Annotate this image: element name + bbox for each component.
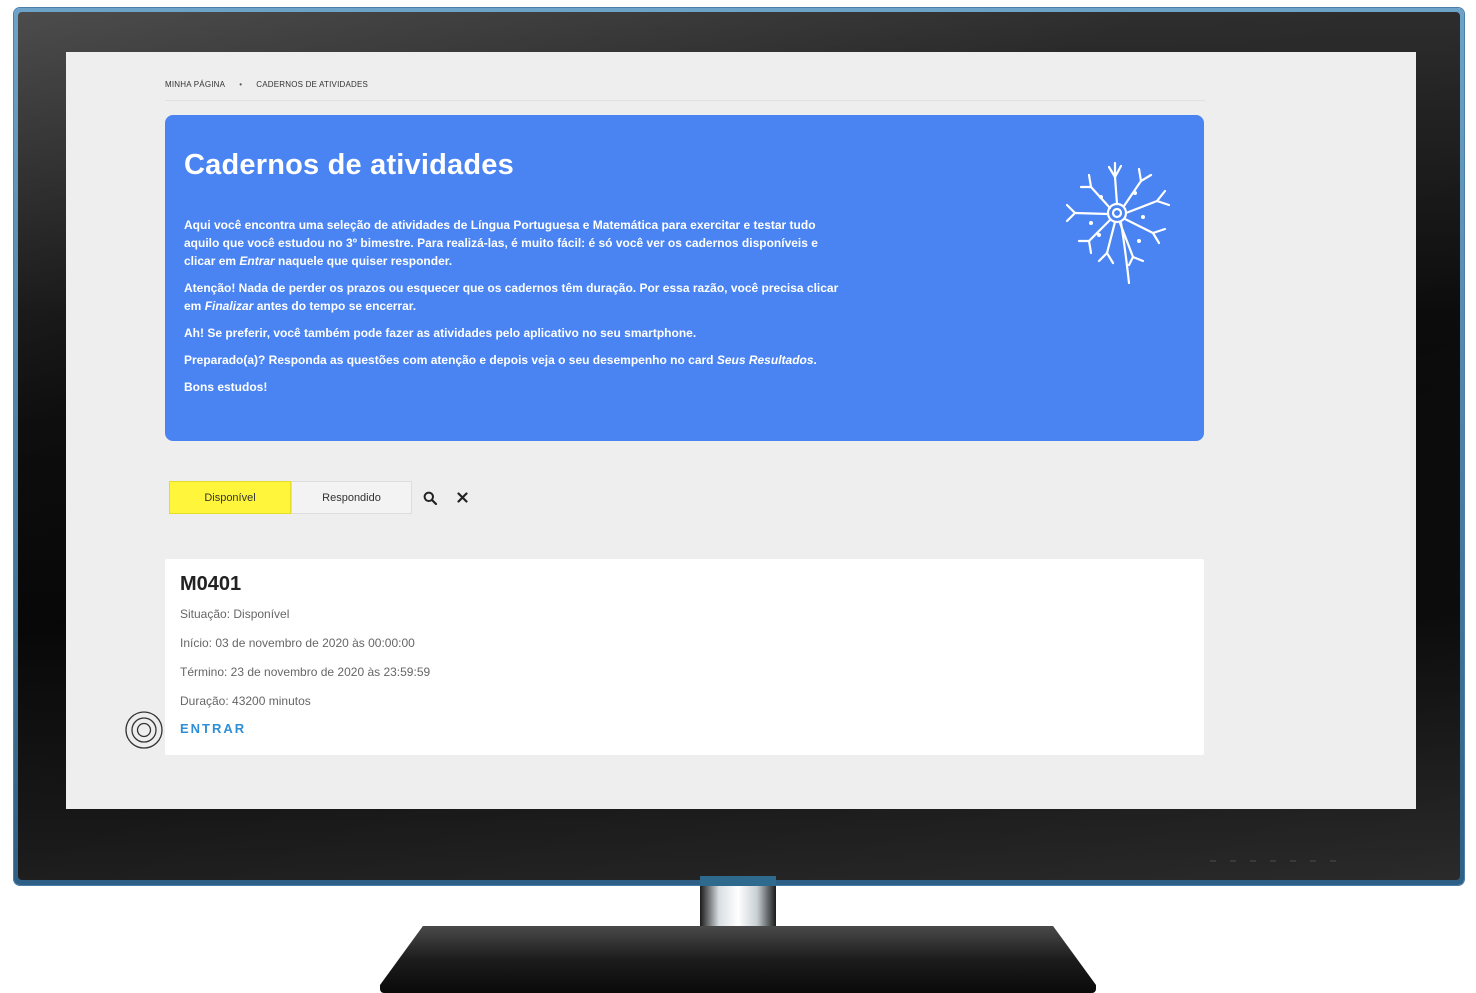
monitor-indicator-lights bbox=[1210, 860, 1370, 864]
search-icon bbox=[423, 491, 437, 505]
intro-paragraph: Atenção! Nada de perder os prazos ou esq… bbox=[184, 281, 839, 313]
tap-target-icon bbox=[125, 711, 163, 749]
activity-card: M0401 Situação: Disponível Início: 03 de… bbox=[165, 559, 1204, 755]
monitor-neck-collar bbox=[700, 876, 776, 886]
intro-paragraph: Ah! Se preferir, você também pode fazer … bbox=[184, 326, 697, 340]
close-icon bbox=[456, 492, 468, 503]
breadcrumb-home-link[interactable]: MINHA PÁGINA bbox=[165, 80, 225, 89]
activity-duration: Duração: 43200 minutos bbox=[180, 694, 311, 708]
activity-end: Término: 23 de novembro de 2020 às 23:59… bbox=[180, 665, 431, 679]
page-title: Cadernos de atividades bbox=[184, 149, 514, 181]
breadcrumb: MINHA PÁGINA • CADERNOS DE ATIVIDADES bbox=[165, 80, 1205, 101]
breadcrumb-current: CADERNOS DE ATIVIDADES bbox=[256, 80, 369, 89]
intro-text: Aqui você encontra uma seleção de ativid… bbox=[184, 216, 844, 405]
intro-paragraph: Preparado(a)? Responda as questões com a… bbox=[184, 353, 817, 367]
search-button[interactable] bbox=[416, 481, 444, 514]
tab-available[interactable]: Disponível bbox=[169, 481, 291, 514]
activity-title: M0401 bbox=[180, 573, 242, 595]
intro-paragraph: Bons estudos! bbox=[184, 380, 268, 394]
monitor-stand bbox=[380, 926, 1096, 993]
activity-status: Situação: Disponível bbox=[180, 607, 290, 621]
intro-paragraph: Aqui você encontra uma seleção de ativid… bbox=[184, 218, 818, 268]
tab-answered[interactable]: Respondido bbox=[291, 481, 412, 514]
clear-filter-button[interactable] bbox=[448, 481, 476, 514]
breadcrumb-separator: • bbox=[239, 80, 243, 89]
screen: MINHA PÁGINA • CADERNOS DE ATIVIDADES Cade… bbox=[66, 52, 1416, 809]
filter-tabs: Disponível Respondido bbox=[169, 481, 476, 514]
enter-button[interactable]: ENTRAR bbox=[180, 721, 246, 736]
intro-banner: Cadernos de atividades Aqui você encontr… bbox=[165, 115, 1204, 441]
dandelion-icon bbox=[1065, 161, 1171, 285]
activity-start: Início: 03 de novembro de 2020 às 00:00:… bbox=[180, 636, 415, 650]
